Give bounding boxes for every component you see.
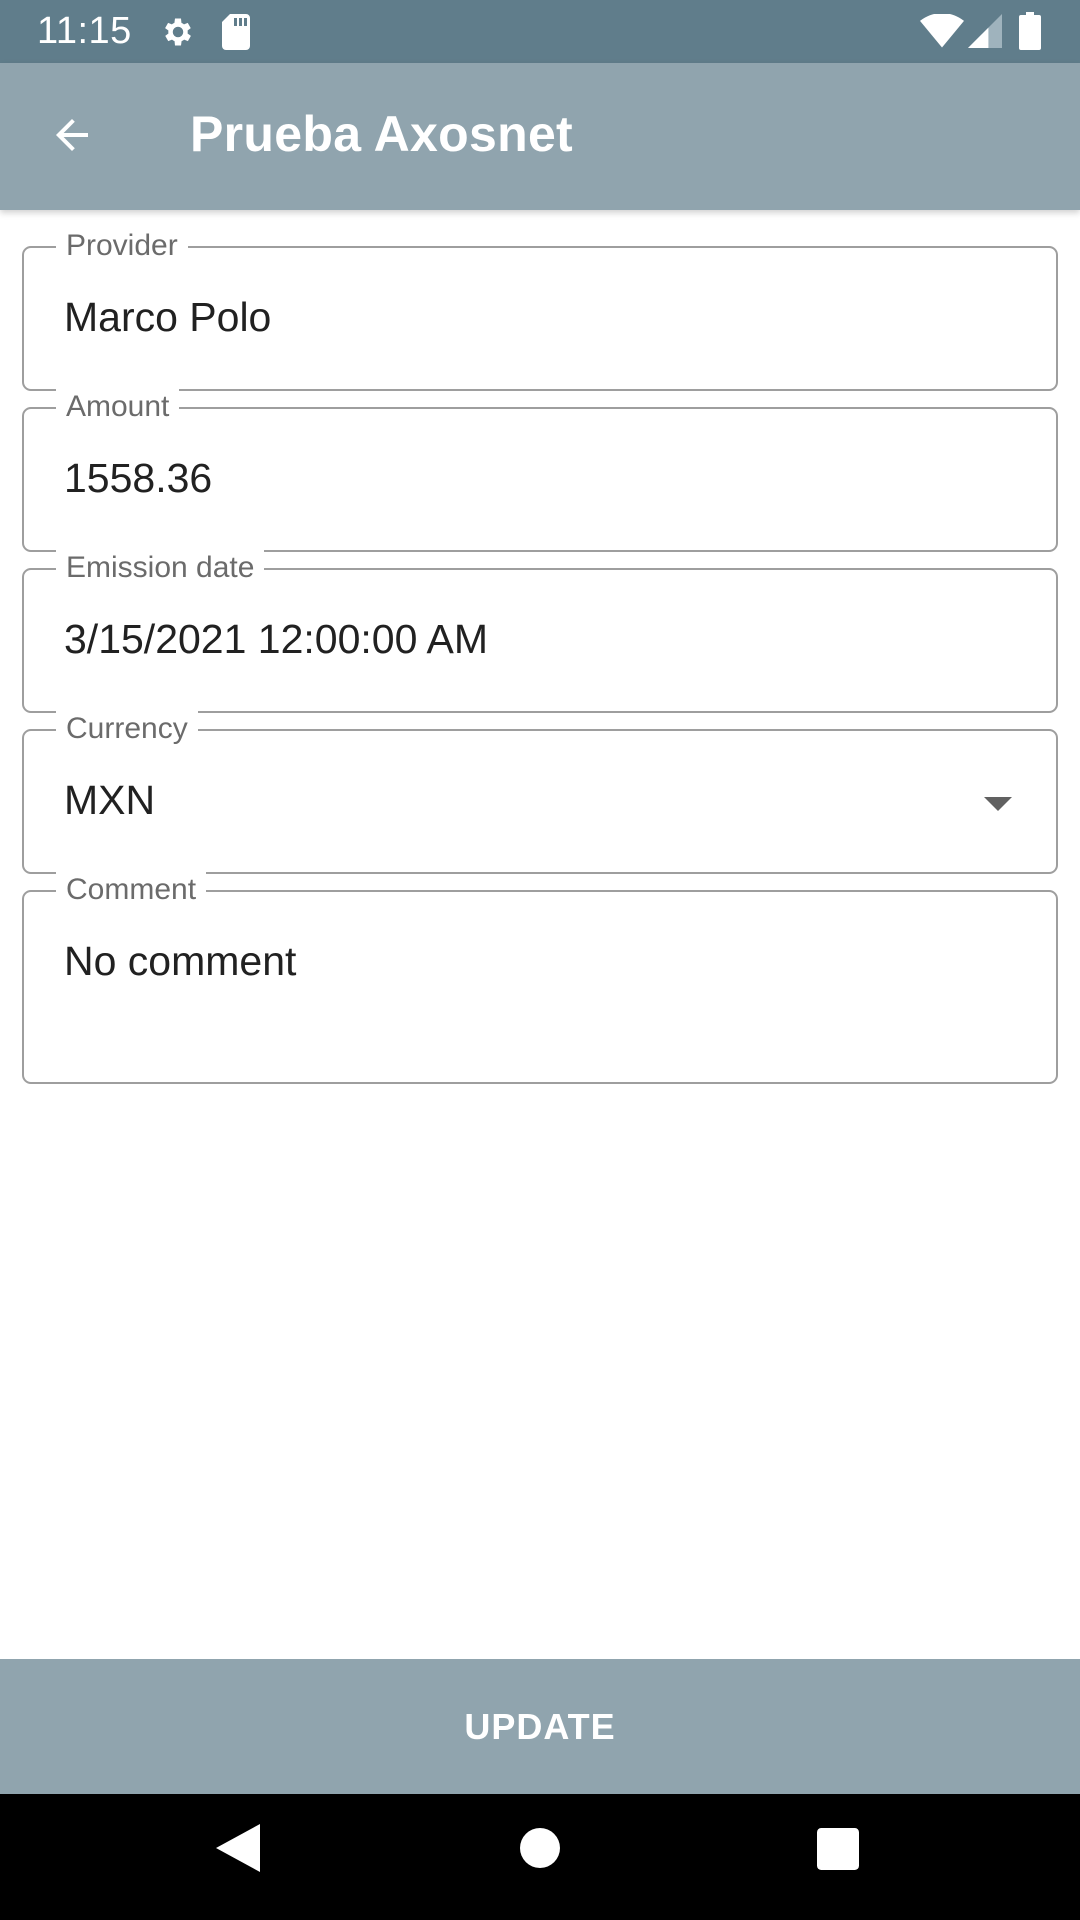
recents-square-icon[interactable] — [817, 1828, 859, 1875]
status-bar: 11:15 — [0, 0, 1080, 63]
dropdown-arrow-icon[interactable] — [984, 797, 1012, 811]
amount-field[interactable]: Amount 1558.36 — [22, 387, 1058, 552]
update-button-label: UPDATE — [464, 1705, 616, 1747]
arrow-left-icon — [48, 111, 96, 164]
amount-value: 1558.36 — [64, 455, 213, 501]
battery-icon — [1019, 12, 1041, 55]
provider-field[interactable]: Provider Marco Polo — [22, 226, 1058, 391]
gear-icon — [160, 14, 196, 55]
emission-date-label: Emission date — [56, 548, 265, 588]
sd-card-icon — [222, 14, 250, 55]
home-circle-icon[interactable] — [520, 1828, 560, 1873]
amount-label: Amount — [56, 387, 180, 427]
currency-select[interactable]: Currency MXN — [22, 709, 1058, 874]
provider-value: Marco Polo — [64, 294, 272, 340]
currency-label: Currency — [56, 709, 198, 749]
comment-label: Comment — [56, 870, 207, 910]
app-bar: Prueba Axosnet — [0, 63, 1080, 210]
comment-field[interactable]: Comment No comment — [22, 870, 1058, 1084]
signal-icon — [968, 14, 1002, 53]
page-title: Prueba Axosnet — [190, 106, 574, 162]
wifi-icon — [920, 13, 964, 53]
currency-value: MXN — [64, 777, 156, 823]
comment-value: No comment — [64, 938, 297, 984]
back-triangle-icon[interactable] — [216, 1824, 260, 1877]
provider-label: Provider — [56, 226, 188, 266]
status-time: 11:15 — [37, 10, 132, 52]
system-nav-bar — [0, 1794, 1080, 1920]
emission-date-value: 3/15/2021 12:00:00 AM — [64, 616, 489, 662]
back-button[interactable] — [44, 109, 100, 165]
update-button[interactable]: UPDATE — [0, 1659, 1080, 1794]
emission-date-field[interactable]: Emission date 3/15/2021 12:00:00 AM — [22, 548, 1058, 713]
